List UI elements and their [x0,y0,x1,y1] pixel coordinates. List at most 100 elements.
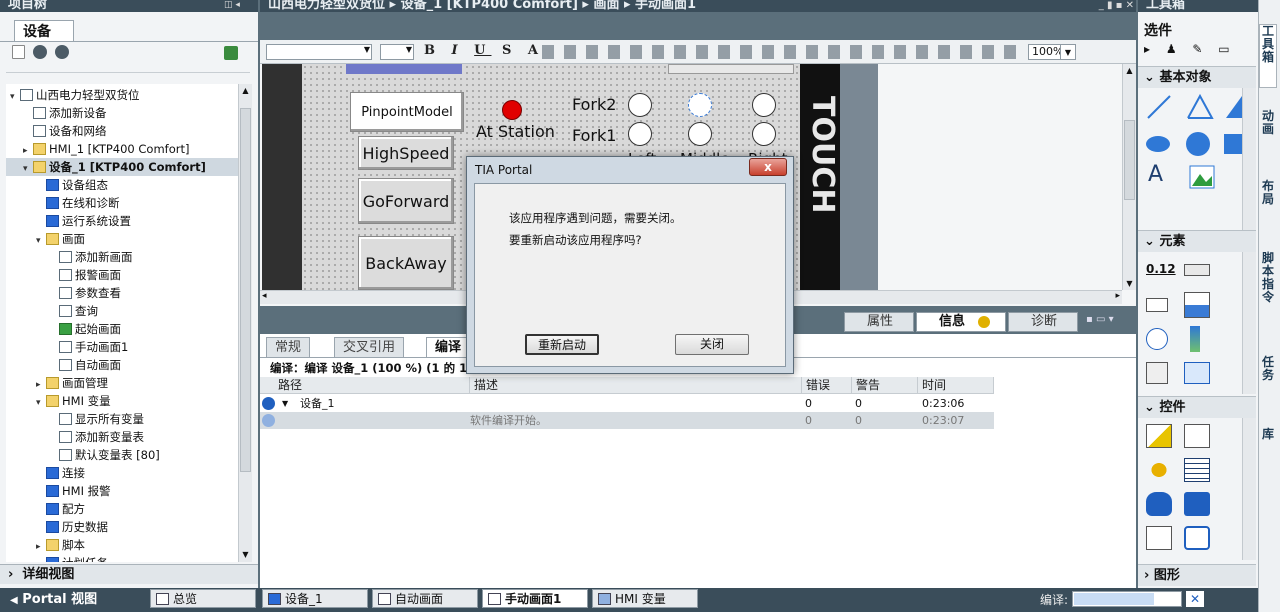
devices-tab[interactable]: 设备 [14,20,74,42]
symbolic-io-icon[interactable] [1146,298,1168,312]
taskbar-item-overview[interactable]: 总览 [150,589,256,608]
tree-item[interactable]: ▾ 山西电力轻型双货位 [6,86,238,104]
tree-item[interactable]: ▸ HMI_1 [KTP400 Comfort] [6,140,238,158]
header-widget[interactable] [346,64,462,74]
window-controls[interactable]: _ ▮ ▪ ✕ [1070,0,1134,12]
tree-item[interactable]: 连接 [6,464,238,482]
taskbar-item-auto-screen[interactable]: 自动画面 [372,589,478,608]
tree-item[interactable]: 起始画面 [6,320,238,338]
tree-item[interactable]: ▸ 画面管理 [6,374,238,392]
portal-view-button[interactable]: ◀ Portal 视图 [10,590,140,609]
detail-view-header[interactable]: › 详细视图 [0,564,258,584]
backaway-button[interactable]: BackAway [358,236,454,290]
header-widget-2[interactable] [668,64,794,74]
row-expand-icon[interactable]: ▼ [282,395,288,412]
lock-icon[interactable] [1184,526,1210,550]
close-button[interactable]: 关闭 [675,334,749,355]
button-tool-icon[interactable] [1184,264,1210,276]
vtab-instructions[interactable]: 脚本指令 [1259,252,1277,326]
tree-item[interactable]: 添加新设备 [6,104,238,122]
tree-item[interactable]: 查询 [6,302,238,320]
info-tab[interactable]: 信息 [916,312,1006,332]
taskbar-item-manual-screen[interactable]: 手动画面1 [482,589,588,608]
col-errors[interactable]: 错误 [802,377,852,394]
graphics-header[interactable]: › 图形 [1138,564,1256,586]
tree-item[interactable]: ▾ 设备_1 [KTP400 Comfort] [6,158,238,176]
fork1-middle-lamp[interactable] [688,122,712,146]
col-warnings[interactable]: 警告 [852,377,918,394]
tree-item[interactable]: 配方 [6,500,238,518]
symbol-library-icon[interactable] [1184,362,1210,384]
vtab-libraries[interactable]: 库 [1259,428,1277,462]
restart-button[interactable]: 重新启动 [525,334,599,355]
inspector-window-controls[interactable]: ▪ ▭ ▾ [1086,314,1114,325]
toolbox-scroll-1[interactable] [1242,88,1256,230]
tree-scrollbar[interactable]: ▲ ▼ [238,84,252,562]
text-field-tool-icon[interactable]: A [1148,162,1163,187]
tree-item[interactable]: 默认变量表 [80] [6,446,238,464]
format-icons[interactable] [542,45,1022,59]
toolbox-scroll-3[interactable] [1242,418,1256,560]
tree-item[interactable]: 设备和网络 [6,122,238,140]
alarm-view-icon[interactable] [1146,424,1172,448]
tree-item[interactable]: ▸ 脚本 [6,536,238,554]
sysdiag-view-icon[interactable] [1184,492,1210,516]
user-view-icon[interactable] [1146,458,1172,482]
fork2-right-lamp[interactable] [752,93,776,117]
taskbar-item-device[interactable]: 设备_1 [262,589,368,608]
tab-cross-reference[interactable]: 交叉引用 [334,337,405,357]
zoom-dropdown-icon[interactable]: ▼ [1060,44,1076,60]
new-icon[interactable] [12,44,25,59]
tree-item[interactable]: 自动画面 [6,356,238,374]
tree-settings-icon[interactable] [224,46,238,60]
highspeed-button[interactable]: HighSpeed [358,136,454,170]
tree-item[interactable]: 添加新画面 [6,248,238,266]
recipe-view-icon[interactable] [1184,458,1210,482]
bar-icon[interactable] [1190,326,1200,352]
style-buttons[interactable]: B I U S A [424,43,544,58]
date-time-icon[interactable] [1146,328,1168,350]
table-row[interactable]: ▼ 设备_1 0 0 0:23:06 [260,395,994,412]
diagnostics-tab[interactable]: 诊断 [1008,312,1078,332]
tree-item[interactable]: 在线和诊断 [6,194,238,212]
tree-item[interactable]: 运行系统设置 [6,212,238,230]
font-select[interactable]: ▼ [266,44,372,60]
fork1-right-lamp[interactable] [752,122,776,146]
trend-view-icon[interactable] [1184,424,1210,448]
editor-vscroll[interactable]: ▲ ▼ [1122,64,1136,290]
pinpoint-model-button[interactable]: PinpointModel [350,92,464,132]
tab-general[interactable]: 常规 [266,337,311,357]
tree-item[interactable]: 显示所有变量 [6,410,238,428]
tree-item[interactable]: ▾ 画面 [6,230,238,248]
taskbar-item-hmi-tags[interactable]: HMI 变量 [592,589,698,608]
tree-item[interactable]: HMI 报警 [6,482,238,500]
basic-objects-header[interactable]: ⌄ 基本对象 [1138,66,1256,88]
graphic-io-icon[interactable] [1184,292,1210,318]
f-x-view-icon[interactable] [1146,526,1172,550]
switch-icon[interactable] [1146,362,1168,384]
tree-item[interactable]: ▾ HMI 变量 [6,392,238,410]
status-force-icon[interactable] [1146,492,1172,516]
fork2-left-lamp[interactable] [628,93,652,117]
dialog-close-button[interactable]: x [749,158,787,176]
vtab-toolbox[interactable]: 工具箱 [1259,24,1277,88]
col-description[interactable]: 描述 [470,377,802,394]
elements-header[interactable]: ⌄ 元素 [1138,230,1256,252]
controls-header[interactable]: ⌄ 控件 [1138,396,1256,418]
tree-item[interactable]: 历史数据 [6,518,238,536]
tab-compile[interactable]: 编译 [426,337,471,357]
fork2-middle-lamp[interactable] [688,93,712,117]
cancel-compile-icon[interactable]: ✕ [1186,591,1204,607]
forward-icon[interactable] [54,44,69,59]
vtab-tasks[interactable]: 任务 [1259,356,1277,400]
at-station-indicator[interactable] [502,100,522,120]
io-field-icon[interactable]: 0.12 [1146,262,1176,276]
tree-item[interactable]: 手动画面1 [6,338,238,356]
vtab-animations[interactable]: 动画 [1259,110,1277,154]
tree-item[interactable]: 报警画面 [6,266,238,284]
options-tools[interactable]: ▸ ♟ ✎ ▭ [1144,42,1252,58]
toolbox-scroll-2[interactable] [1242,252,1256,394]
properties-tab[interactable]: 属性 [844,312,914,332]
tree-item[interactable]: 设备组态 [6,176,238,194]
tree-item[interactable]: 参数查看 [6,284,238,302]
